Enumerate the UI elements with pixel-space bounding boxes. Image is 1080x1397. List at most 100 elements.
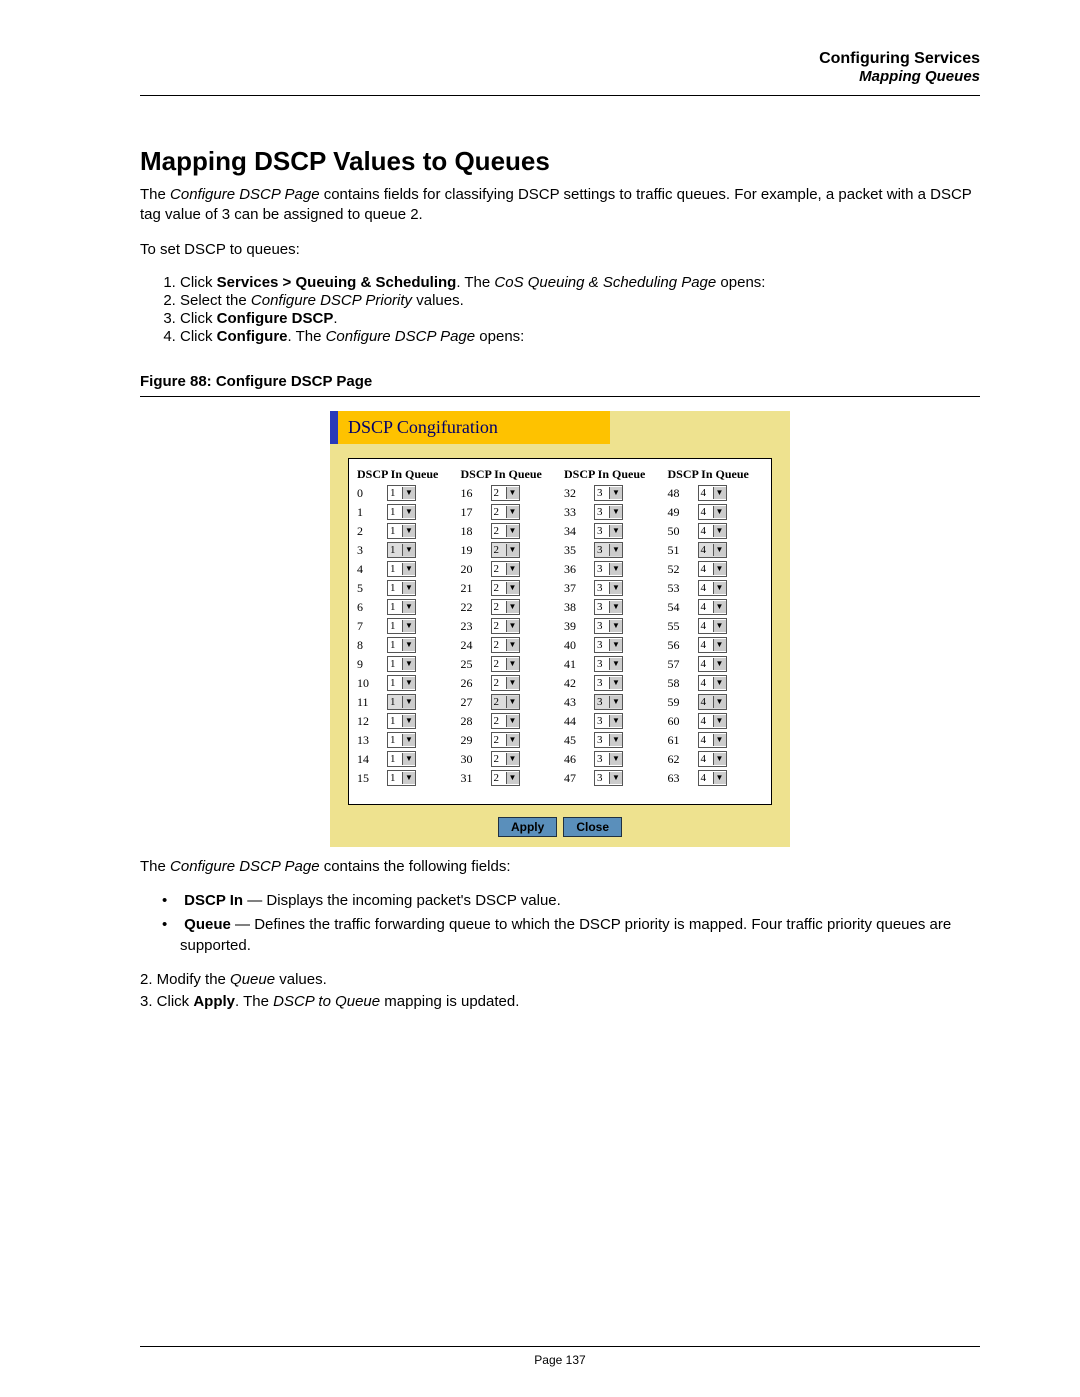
queue-select[interactable]: 3▼ [594,656,623,672]
queue-select[interactable]: 1▼ [387,713,416,729]
queue-value: 4 [699,602,713,613]
queue-select[interactable]: 4▼ [698,618,727,634]
dscp-in-value: 48 [668,486,698,501]
queue-select[interactable]: 1▼ [387,732,416,748]
dscp-in-value: 15 [357,771,387,786]
fields-lead: The Configure DSCP Page contains the fol… [140,857,980,877]
queue-select[interactable]: 2▼ [491,504,520,520]
queue-select[interactable]: 3▼ [594,561,623,577]
queue-select[interactable]: 2▼ [491,580,520,596]
queue-select[interactable]: 4▼ [698,580,727,596]
queue-select[interactable]: 4▼ [698,713,727,729]
queue-select[interactable]: 2▼ [491,599,520,615]
queue-select[interactable]: 3▼ [594,504,623,520]
queue-select[interactable]: 3▼ [594,599,623,615]
dscp-row: 141▼ [357,750,453,769]
text: DSCP to Queue [273,993,380,1010]
text: Services > Queuing & Scheduling [217,274,457,291]
queue-select[interactable]: 3▼ [594,770,623,786]
queue-select[interactable]: 2▼ [491,770,520,786]
queue-select[interactable]: 4▼ [698,485,727,501]
queue-select[interactable]: 1▼ [387,504,416,520]
queue-select[interactable]: 4▼ [698,770,727,786]
dscp-in-value: 30 [461,752,491,767]
queue-select[interactable]: 1▼ [387,751,416,767]
queue-select[interactable]: 4▼ [698,732,727,748]
queue-select[interactable]: 3▼ [594,580,623,596]
chevron-down-icon: ▼ [402,563,415,575]
queue-select[interactable]: 2▼ [491,675,520,691]
text: . The [235,993,273,1010]
dscp-row: 604▼ [668,712,764,731]
text: The [140,186,170,203]
queue-value: 1 [388,754,402,765]
queue-select[interactable]: 2▼ [491,637,520,653]
close-button[interactable]: Close [563,817,622,837]
dscp-in-value: 49 [668,505,698,520]
chevron-down-icon: ▼ [609,734,622,746]
queue-select[interactable]: 4▼ [698,504,727,520]
queue-select[interactable]: 1▼ [387,599,416,615]
queue-select[interactable]: 1▼ [387,675,416,691]
queue-select[interactable]: 3▼ [594,732,623,748]
queue-select[interactable]: 1▼ [387,656,416,672]
dscp-in-value: 54 [668,600,698,615]
dscp-row: 534▼ [668,579,764,598]
chevron-down-icon: ▼ [609,620,622,632]
queue-select[interactable]: 3▼ [594,675,623,691]
chevron-down-icon: ▼ [713,582,726,594]
queue-select[interactable]: 2▼ [491,618,520,634]
apply-button[interactable]: Apply [498,817,557,837]
queue-select[interactable]: 1▼ [387,637,416,653]
dscp-in-value: 35 [564,543,594,558]
queue-select[interactable]: 4▼ [698,751,727,767]
step-4: Click Configure. The Configure DSCP Page… [180,328,980,345]
chevron-down-icon: ▼ [609,525,622,537]
queue-select[interactable]: 2▼ [491,656,520,672]
queue-value: 2 [492,507,506,518]
header-chapter: Configuring Services [140,50,980,68]
queue-select: 4▼ [698,694,727,710]
queue-select[interactable]: 3▼ [594,637,623,653]
queue-select[interactable]: 1▼ [387,770,416,786]
queue-select[interactable]: 4▼ [698,675,727,691]
queue-value: 1 [388,583,402,594]
queue-select[interactable]: 4▼ [698,656,727,672]
dscp-in-value: 55 [668,619,698,634]
dscp-in-value: 39 [564,619,594,634]
queue-select[interactable]: 1▼ [387,580,416,596]
queue-select[interactable]: 2▼ [491,523,520,539]
queue-select[interactable]: 4▼ [698,637,727,653]
queue-select[interactable]: 1▼ [387,523,416,539]
queue-select[interactable]: 1▼ [387,561,416,577]
queue-select[interactable]: 4▼ [698,523,727,539]
dscp-in-value: 44 [564,714,594,729]
screenshot-body: DSCP In Queue01▼11▼21▼31▼41▼51▼61▼71▼81▼… [348,458,772,805]
queue-value: 1 [388,735,402,746]
queue-select[interactable]: 4▼ [698,561,727,577]
chevron-down-icon: ▼ [609,658,622,670]
text: opens: [475,328,524,345]
chevron-down-icon: ▼ [609,677,622,689]
dscp-row: 564▼ [668,636,764,655]
queue-value: 4 [699,526,713,537]
dscp-in-value: 43 [564,695,594,710]
queue-select[interactable]: 1▼ [387,618,416,634]
queue-select[interactable]: 2▼ [491,485,520,501]
queue-select[interactable]: 2▼ [491,561,520,577]
queue-select[interactable]: 1▼ [387,485,416,501]
queue-select[interactable]: 2▼ [491,713,520,729]
queue-select[interactable]: 2▼ [491,751,520,767]
queue-select[interactable]: 2▼ [491,732,520,748]
queue-select[interactable]: 3▼ [594,618,623,634]
dscp-row: 614▼ [668,731,764,750]
queue-select[interactable]: 3▼ [594,485,623,501]
queue-select[interactable]: 3▼ [594,523,623,539]
queue-select[interactable]: 3▼ [594,751,623,767]
queue-select[interactable]: 3▼ [594,713,623,729]
queue-select[interactable]: 4▼ [698,599,727,615]
dscp-in-value: 19 [461,543,491,558]
dscp-row: 463▼ [564,750,660,769]
dscp-in-value: 59 [668,695,698,710]
column-header: DSCP In Queue [357,467,453,482]
